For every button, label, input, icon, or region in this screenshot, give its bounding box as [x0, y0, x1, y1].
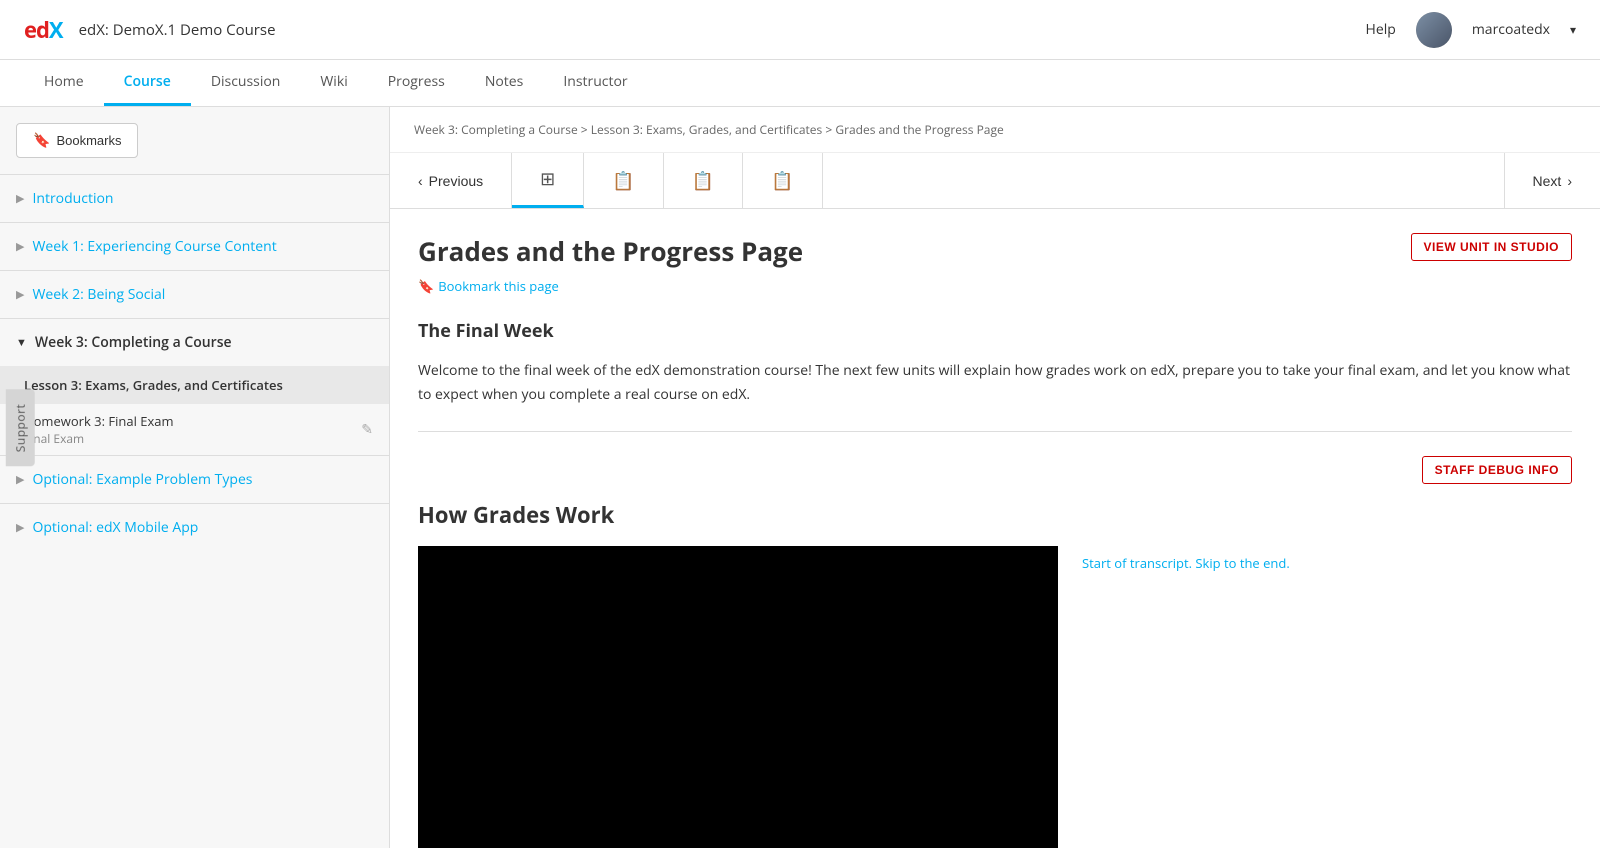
section1-title: The Final Week [418, 319, 1572, 343]
video-row: Start of transcript. Skip to the end. [418, 546, 1572, 848]
sidebar-item-homework3-labels: Homework 3: Final Exam Final Exam [24, 412, 174, 447]
sidebar-section-week2: ▶ Week 2: Being Social [0, 270, 389, 318]
edit-icon[interactable]: ✎ [361, 420, 373, 439]
sidebar-section-optional-mobile: ▶ Optional: edX Mobile App [0, 503, 389, 551]
bookmark-link[interactable]: 🔖 Bookmark this page [418, 277, 1572, 295]
chevron-icon-introduction: ▶ [16, 191, 24, 206]
sidebar-section-optional-example: ▶ Optional: Example Problem Types [0, 455, 389, 503]
sidebar: 🔖 Bookmarks ▶ Introduction ▶ Week 1: Exp… [0, 107, 390, 848]
content-header: Grades and the Progress Page VIEW UNIT I… [418, 233, 1572, 269]
staff-debug-container: STAFF DEBUG INFO [418, 456, 1572, 484]
support-tab[interactable]: Support [6, 390, 35, 467]
section2-title: How Grades Work [418, 500, 1572, 530]
chevron-icon-optional-example: ▶ [16, 472, 24, 487]
header-right: Help marcoatedx ▾ [1366, 12, 1576, 48]
content-body: Grades and the Progress Page VIEW UNIT I… [390, 209, 1600, 848]
unit-tab-2[interactable]: 📋 [584, 153, 663, 208]
sidebar-item-introduction[interactable]: ▶ Introduction [0, 175, 389, 222]
main-layout: Support 🔖 Bookmarks ▶ Introduction ▶ Wee… [0, 107, 1600, 848]
bookmark-link-icon: 🔖 [418, 277, 434, 295]
tab-wiki[interactable]: Wiki [300, 60, 367, 106]
bookmarks-label: Bookmarks [56, 133, 121, 148]
staff-debug-button[interactable]: STAFF DEBUG INFO [1422, 456, 1572, 484]
sidebar-item-homework3-title: Homework 3: Final Exam [24, 412, 174, 430]
content-area: Week 3: Completing a Course > Lesson 3: … [390, 107, 1600, 848]
tab-home[interactable]: Home [24, 60, 104, 106]
avatar-image [1416, 12, 1452, 48]
prev-arrow-icon: ‹ [418, 173, 423, 189]
sidebar-item-homework3-sub: Final Exam [24, 430, 174, 447]
course-title: edX: DemoX.1 Demo Course [79, 20, 276, 40]
prev-label: Previous [429, 173, 483, 189]
sidebar-label-introduction: Introduction [32, 189, 113, 208]
sidebar-section-introduction: ▶ Introduction [0, 174, 389, 222]
chevron-icon-week1: ▶ [16, 239, 24, 254]
sidebar-label-week2: Week 2: Being Social [32, 285, 165, 304]
sidebar-label-week1: Week 1: Experiencing Course Content [32, 237, 276, 256]
bookmark-icon: 🔖 [33, 132, 50, 149]
avatar [1416, 12, 1452, 48]
top-header: edX edX: DemoX.1 Demo Course Help marcoa… [0, 0, 1600, 60]
video-icon: ⊞ [540, 167, 555, 191]
sidebar-lesson-3: Lesson 3: Exams, Grades, and Certificate… [0, 366, 389, 404]
sidebar-item-homework3[interactable]: Homework 3: Final Exam Final Exam ✎ [0, 404, 389, 455]
tab-discussion[interactable]: Discussion [191, 60, 301, 106]
sidebar-item-week1[interactable]: ▶ Week 1: Experiencing Course Content [0, 223, 389, 270]
page-title: Grades and the Progress Page [418, 233, 803, 269]
sidebar-label-optional-mobile: Optional: edX Mobile App [32, 518, 198, 537]
edx-logo[interactable]: edX [24, 15, 63, 45]
sidebar-label-week3: Week 3: Completing a Course [35, 333, 232, 352]
unit-nav: ‹ Previous ⊞ 📋 📋 📋 Next › [390, 153, 1600, 209]
video-player[interactable] [418, 546, 1058, 848]
tab-instructor[interactable]: Instructor [543, 60, 647, 106]
main-nav: Home Course Discussion Wiki Progress Not… [0, 60, 1600, 107]
bookmark-link-label: Bookmark this page [438, 277, 559, 295]
chevron-icon-optional-mobile: ▶ [16, 520, 24, 535]
next-arrow-icon: › [1567, 173, 1572, 189]
sidebar-section-week3: ▼ Week 3: Completing a Course Lesson 3: … [0, 318, 389, 455]
unit-tab-1[interactable]: ⊞ [512, 153, 584, 208]
unit-tab-4[interactable]: 📋 [743, 153, 822, 208]
section1-text: Welcome to the final week of the edX dem… [418, 359, 1572, 407]
section-divider [418, 431, 1572, 432]
doc-icon-3: 📋 [771, 169, 793, 193]
sidebar-section-week1: ▶ Week 1: Experiencing Course Content [0, 222, 389, 270]
sidebar-label-optional-example: Optional: Example Problem Types [32, 470, 252, 489]
transcript-link[interactable]: Start of transcript. Skip to the end. [1082, 546, 1290, 572]
breadcrumb: Week 3: Completing a Course > Lesson 3: … [390, 107, 1600, 153]
sidebar-item-optional-example[interactable]: ▶ Optional: Example Problem Types [0, 456, 389, 503]
edx-logo-text: edX [24, 15, 63, 45]
help-link[interactable]: Help [1366, 20, 1396, 39]
username[interactable]: marcoatedx [1472, 20, 1550, 39]
next-button[interactable]: Next › [1504, 153, 1600, 208]
sidebar-item-week2[interactable]: ▶ Week 2: Being Social [0, 271, 389, 318]
tab-course[interactable]: Course [104, 60, 191, 106]
doc-icon-2: 📋 [692, 169, 714, 193]
sidebar-item-week3[interactable]: ▼ Week 3: Completing a Course [0, 319, 389, 366]
sidebar-item-optional-mobile[interactable]: ▶ Optional: edX Mobile App [0, 504, 389, 551]
tab-progress[interactable]: Progress [368, 60, 465, 106]
prev-button[interactable]: ‹ Previous [390, 153, 512, 208]
doc-icon-1: 📋 [612, 169, 634, 193]
view-studio-button[interactable]: VIEW UNIT IN STUDIO [1411, 233, 1573, 261]
bookmarks-button[interactable]: 🔖 Bookmarks [16, 123, 138, 158]
user-dropdown-arrow[interactable]: ▾ [1570, 21, 1576, 38]
chevron-icon-week2: ▶ [16, 287, 24, 302]
chevron-icon-week3: ▼ [16, 335, 27, 350]
next-label: Next [1533, 173, 1562, 189]
tab-notes[interactable]: Notes [465, 60, 544, 106]
unit-tab-3[interactable]: 📋 [664, 153, 743, 208]
